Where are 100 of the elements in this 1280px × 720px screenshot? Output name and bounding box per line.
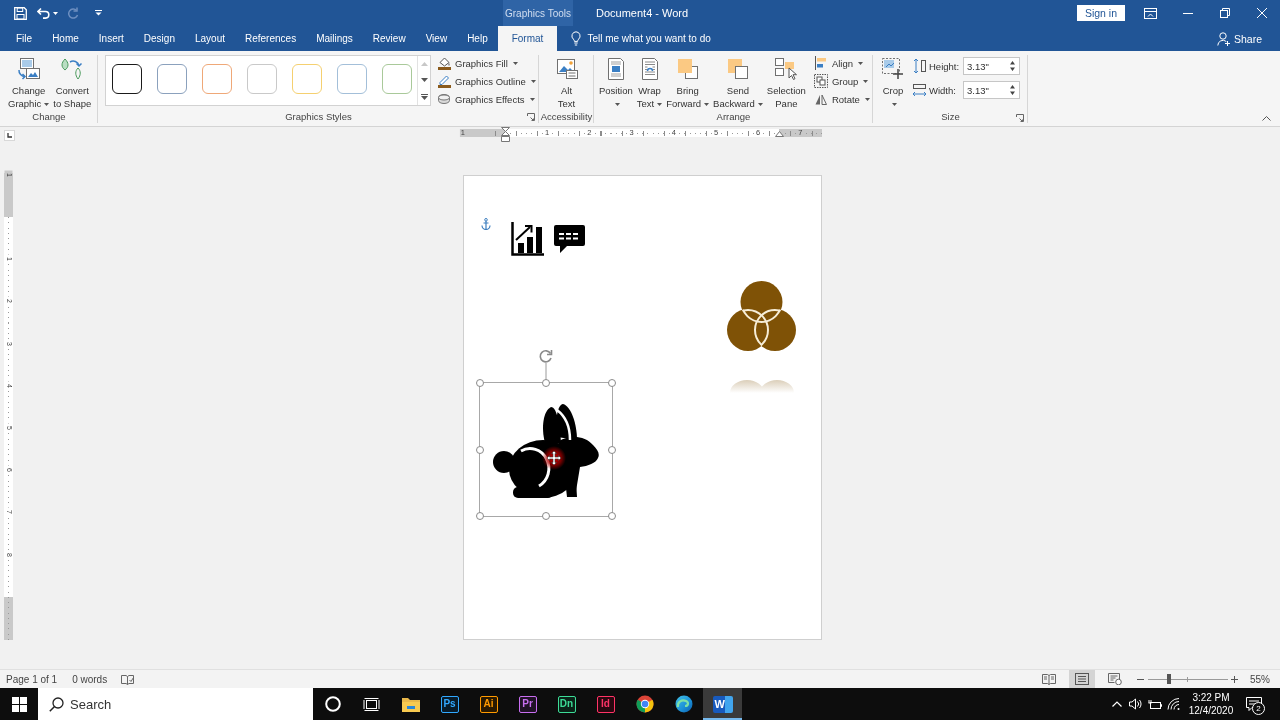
- spin-arrows-icon[interactable]: [1010, 61, 1015, 71]
- graphic-style-option[interactable]: [112, 64, 142, 94]
- resize-handle[interactable]: [542, 379, 550, 387]
- group-label: Graphics Styles: [285, 110, 352, 122]
- right-indent-marker[interactable]: [774, 131, 784, 137]
- lightbulb-icon: [571, 31, 582, 46]
- ribbon-tab[interactable]: References: [235, 26, 307, 51]
- align-button[interactable]: Align: [811, 54, 872, 72]
- sign-in-button[interactable]: Sign in: [1076, 5, 1125, 21]
- zoom-level-button[interactable]: 55%: [1247, 673, 1273, 685]
- tell-me-search-field[interactable]: Tell me what you want to do: [587, 33, 758, 44]
- collapse-ribbon-button[interactable]: [1260, 113, 1272, 123]
- dialog-launcher-icon: [527, 113, 535, 121]
- convert-shape-icon: [60, 57, 85, 81]
- battery-plug-icon: [1147, 698, 1162, 710]
- left-indent-marker[interactable]: [500, 127, 510, 142]
- position-button[interactable]: Position: [597, 54, 635, 110]
- taskbar-app-button[interactable]: Id: [586, 688, 625, 720]
- resize-handle[interactable]: [476, 512, 484, 520]
- share-button[interactable]: Share: [1214, 26, 1264, 51]
- ribbon-tab[interactable]: Design: [133, 26, 185, 51]
- page-lines-icon: [1075, 673, 1089, 685]
- notifications-button[interactable]: 2: [1240, 688, 1268, 720]
- redo-icon: [67, 7, 79, 19]
- ribbon-tab[interactable]: Insert: [88, 26, 134, 51]
- caption-bubble-icon[interactable]: [554, 225, 585, 253]
- open-book-icon: [1042, 673, 1056, 685]
- left-tab-icon: [7, 133, 12, 138]
- zoom-slider-thumb[interactable]: [1166, 674, 1171, 684]
- ribbon-tab[interactable]: Layout: [184, 26, 235, 51]
- resize-handle[interactable]: [542, 512, 550, 520]
- height-label: Height:: [929, 60, 961, 72]
- send-backward-icon: [725, 57, 750, 81]
- resize-handle[interactable]: [476, 445, 484, 454]
- taskbar-search-field[interactable]: Search: [38, 688, 313, 720]
- ribbon-tab[interactable]: Home: [42, 26, 89, 51]
- alt-text-button[interactable]: Alt Text: [552, 54, 581, 110]
- app-letter-tile: Ps: [440, 695, 459, 713]
- spin-arrows-icon[interactable]: [1010, 85, 1015, 95]
- picture-text-icon: [554, 57, 579, 81]
- resize-handle[interactable]: [608, 379, 616, 387]
- paint-bucket-icon: [437, 56, 451, 70]
- app-letter-tile: Dn: [557, 695, 576, 713]
- close-icon: [1256, 8, 1267, 18]
- print-layout-button[interactable]: [1069, 670, 1095, 688]
- taskbar-app-button[interactable]: Ps: [430, 688, 469, 720]
- graphics-effects-button[interactable]: Graphics Effects: [435, 90, 538, 108]
- wifi-icon: [1166, 698, 1181, 710]
- tab-selector-button[interactable]: [4, 130, 15, 141]
- rotate-button[interactable]: Rotate: [811, 90, 872, 108]
- send-backward-button[interactable]: Send Backward: [711, 54, 765, 110]
- contextual-tab-label: Graphics Tools: [503, 0, 573, 26]
- clock-time: 3:22 PM: [1192, 691, 1230, 704]
- dialog-launcher-button[interactable]: [1015, 113, 1025, 123]
- proofing-button[interactable]: [121, 673, 135, 685]
- taskbar-app-button[interactable]: W: [703, 688, 742, 720]
- wrap-text-button[interactable]: Wrap Text: [634, 54, 665, 110]
- page-count[interactable]: Page 1 of 1: [0, 673, 64, 685]
- web-page-icon: [1108, 673, 1122, 685]
- ribbon-tab[interactable]: View: [415, 26, 458, 51]
- graphics-fill-button[interactable]: Graphics Fill: [435, 54, 538, 72]
- bring-forward-button[interactable]: Bring Forward: [664, 54, 712, 110]
- word-count[interactable]: 0 words: [66, 673, 114, 685]
- restore-icon: [1219, 8, 1230, 18]
- change-graphic-button[interactable]: Change Graphic: [6, 54, 52, 110]
- pictures-swap-icon: [16, 57, 41, 81]
- book-check-icon: [121, 673, 135, 685]
- app-letter-tile: Pr: [518, 695, 537, 713]
- app-letter-tile: W: [712, 695, 733, 713]
- ribbon-tab[interactable]: Help: [457, 26, 498, 51]
- notification-icon: [1246, 696, 1262, 712]
- selection-pane-button[interactable]: Selection Pane: [764, 54, 808, 110]
- convert-to-shape-button[interactable]: Convert to Shape: [51, 54, 94, 110]
- rabbit-icon[interactable]: [493, 403, 599, 498]
- venn-diagram-icon[interactable]: [727, 281, 796, 351]
- speaker-icon: [1129, 698, 1142, 710]
- ribbon-tab[interactable]: Mailings: [306, 26, 363, 51]
- graphics-outline-button[interactable]: Graphics Outline: [435, 72, 538, 90]
- selection-pane-icon: [774, 57, 799, 81]
- crop-icon: [881, 57, 905, 81]
- resize-handle[interactable]: [476, 379, 484, 387]
- bar-chart-icon[interactable]: [511, 222, 544, 256]
- ribbon-tab[interactable]: File: [6, 26, 43, 51]
- group-button[interactable]: Group: [811, 72, 872, 90]
- caret-icon: [53, 11, 58, 15]
- resize-handle[interactable]: [608, 445, 616, 454]
- width-field[interactable]: 3.13": [963, 81, 1020, 99]
- group-label: Change: [32, 111, 66, 122]
- zoom-in-button[interactable]: [1229, 673, 1241, 685]
- height-field[interactable]: 3.13": [963, 57, 1020, 75]
- group-label: Size: [941, 111, 960, 122]
- taskbar-app-button[interactable]: Dn: [547, 688, 586, 720]
- dialog-launcher-button[interactable]: [526, 112, 536, 122]
- taskbar-app-button[interactable]: Ai: [469, 688, 508, 720]
- ribbon-tab[interactable]: Format: [497, 26, 558, 51]
- dialog-launcher-icon: [1016, 114, 1024, 122]
- taskbar-app-button[interactable]: Pr: [508, 688, 547, 720]
- resize-handle[interactable]: [608, 512, 616, 520]
- ribbon-tab[interactable]: Review: [362, 26, 416, 51]
- crop-button[interactable]: Crop: [879, 54, 907, 110]
